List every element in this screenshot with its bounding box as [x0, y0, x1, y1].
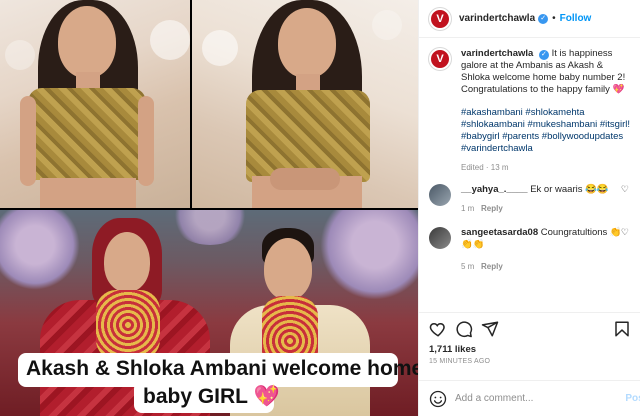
avatar[interactable]	[429, 184, 451, 206]
share-send-icon[interactable]	[481, 320, 499, 338]
instagram-post: Akash & Shloka Ambani welcome home a bab…	[0, 0, 640, 416]
comment-time: 1 m	[461, 204, 475, 213]
overlay-text-line-2: baby GIRL 💖	[143, 385, 280, 409]
comment-item: __yahya_.____ Ek or waaris 😂😂 1 m Reply …	[429, 184, 631, 215]
avatar[interactable]: V	[429, 7, 451, 30]
comment-bubble-icon[interactable]	[455, 320, 473, 338]
add-comment-bar: Post	[419, 380, 640, 416]
comment-input[interactable]	[455, 393, 605, 404]
comment-item: sangeetasarda08 Coungratultions 👏👏👏 5 m …	[429, 227, 631, 273]
verified-badge-icon: ✓	[538, 50, 549, 60]
follow-button[interactable]: Follow	[560, 13, 592, 24]
like-comment-heart-icon[interactable]: ♡	[621, 227, 629, 238]
action-bar	[419, 312, 640, 342]
caption-entry: V varindertchawla ✓ It is happiness galo…	[429, 48, 631, 174]
comment-username[interactable]: __yahya_.____	[461, 184, 528, 195]
comments-section[interactable]: V varindertchawla ✓ It is happiness galo…	[419, 38, 640, 312]
separator-dot: •	[552, 13, 556, 24]
like-heart-icon[interactable]	[429, 320, 447, 338]
caption-avatar[interactable]: V	[429, 48, 451, 70]
post-sidebar: V varindertchawla ✓ • Follow V varindert…	[418, 0, 640, 416]
likes-count[interactable]: 1,711 likes	[429, 344, 476, 355]
caption-username[interactable]: varindertchawla	[461, 48, 533, 59]
post-media[interactable]: Akash & Shloka Ambani welcome home a bab…	[0, 0, 418, 416]
caption-edited: Edited · 13 m	[461, 163, 509, 172]
verified-badge-icon: ✓	[538, 13, 549, 24]
reply-button[interactable]: Reply	[481, 204, 503, 213]
photo-woman-looking-down	[192, 0, 418, 208]
overlay-text-baby-girl: baby GIRL	[143, 385, 248, 408]
photo-woman-smiling	[0, 0, 190, 208]
caption-hashtags[interactable]: #akashambani #shlokamehta #shlokaambani …	[461, 107, 631, 155]
reply-button[interactable]: Reply	[481, 262, 503, 271]
emoji-smiley-icon[interactable]	[429, 390, 447, 408]
post-header: V varindertchawla ✓ • Follow	[419, 0, 640, 38]
bookmark-save-icon[interactable]	[613, 320, 631, 338]
comment-text: Ek or waaris 😂😂	[530, 184, 609, 195]
sparkling-heart-icon: 💖	[253, 385, 280, 408]
avatar[interactable]	[429, 227, 451, 249]
overlay-text-line-1: Akash & Shloka Ambani welcome home a	[26, 357, 418, 380]
like-comment-heart-icon[interactable]: ♡	[621, 184, 629, 195]
comment-username[interactable]: sangeetasarda08	[461, 227, 538, 238]
comment-time: 5 m	[461, 262, 475, 271]
post-timestamp: 15 MINUTES AGO	[429, 358, 491, 365]
post-comment-button[interactable]: Post	[625, 393, 640, 404]
header-username[interactable]: varindertchawla	[459, 13, 535, 24]
